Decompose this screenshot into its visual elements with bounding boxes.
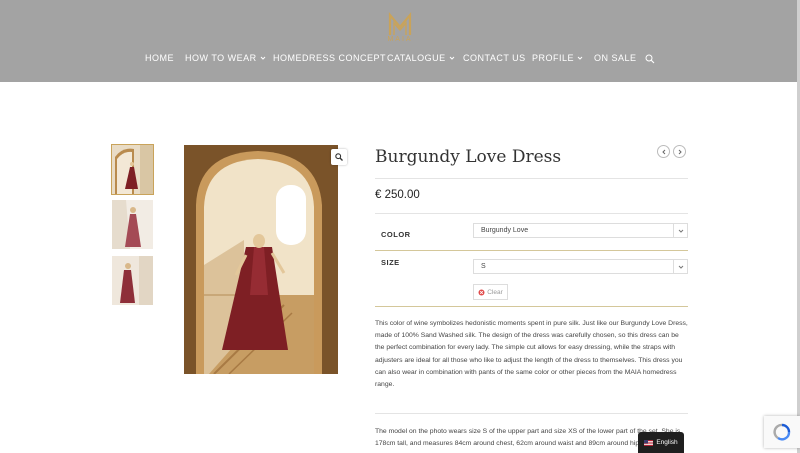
product-main-image[interactable] [184,145,338,374]
color-select[interactable]: Burgundy Love [473,223,688,238]
product-description: This color of wine symbolizes hedonistic… [375,320,688,389]
nav-home[interactable]: HOME [145,53,174,63]
next-product-button[interactable] [673,145,686,158]
nav-homedress-concept[interactable]: HOMEDRESS CONCEPT [273,53,386,63]
main-nav: HOME HOW TO WEAR HOMEDRESS CONCEPT CATAL… [0,53,800,67]
language-label: English [656,439,678,446]
nav-contact-us[interactable]: CONTACT US [463,53,526,63]
chevron-down-icon [673,260,687,273]
zoom-button[interactable] [331,149,347,165]
clear-selection-button[interactable]: Clear [473,284,508,300]
product-thumbnail-3[interactable] [112,256,153,305]
product-nav-arrows [657,145,686,158]
title-divider [375,178,688,179]
variation-divider [375,250,688,251]
site-header: MAIA HOME HOW TO WEAR HOMEDRESS CONCEPT … [0,0,800,82]
language-switcher[interactable]: English [638,432,684,453]
magnify-icon [335,153,343,161]
chevron-down-icon [577,56,583,60]
recaptcha-icon [773,423,791,441]
nav-how-to-wear[interactable]: HOW TO WEAR [185,53,266,63]
color-select-value: Burgundy Love [481,227,529,234]
close-circle-icon [478,289,485,295]
logo-wordmark: MAIA [387,36,413,43]
variations-bottom-divider [375,306,688,307]
color-label: COLOR [381,230,411,239]
chevron-down-icon [673,224,687,237]
nav-on-sale[interactable]: ON SALE [594,53,637,63]
nav-catalogue[interactable]: CATALOGUE [387,53,455,63]
chevron-down-icon [260,56,266,60]
product-price: € 250.00 [375,189,420,201]
previous-product-button[interactable] [657,145,670,158]
us-flag-icon [644,439,654,446]
size-select-value: S [481,263,486,270]
size-label: SIZE [381,258,400,267]
product-thumbnail-2[interactable] [112,200,153,249]
nav-profile[interactable]: PROFILE [532,53,583,63]
search-icon[interactable] [645,54,655,64]
price-divider [375,213,688,214]
size-select[interactable]: S [473,259,688,274]
recaptcha-badge[interactable] [764,416,800,448]
product-title: Burgundy Love Dress [375,147,562,167]
chevron-down-icon [449,56,455,60]
product-thumbnail-1[interactable] [111,144,154,195]
chevron-right-icon [678,149,682,154]
chevron-left-icon [661,149,665,154]
clear-label: Clear [487,288,503,296]
description-divider [375,413,688,414]
